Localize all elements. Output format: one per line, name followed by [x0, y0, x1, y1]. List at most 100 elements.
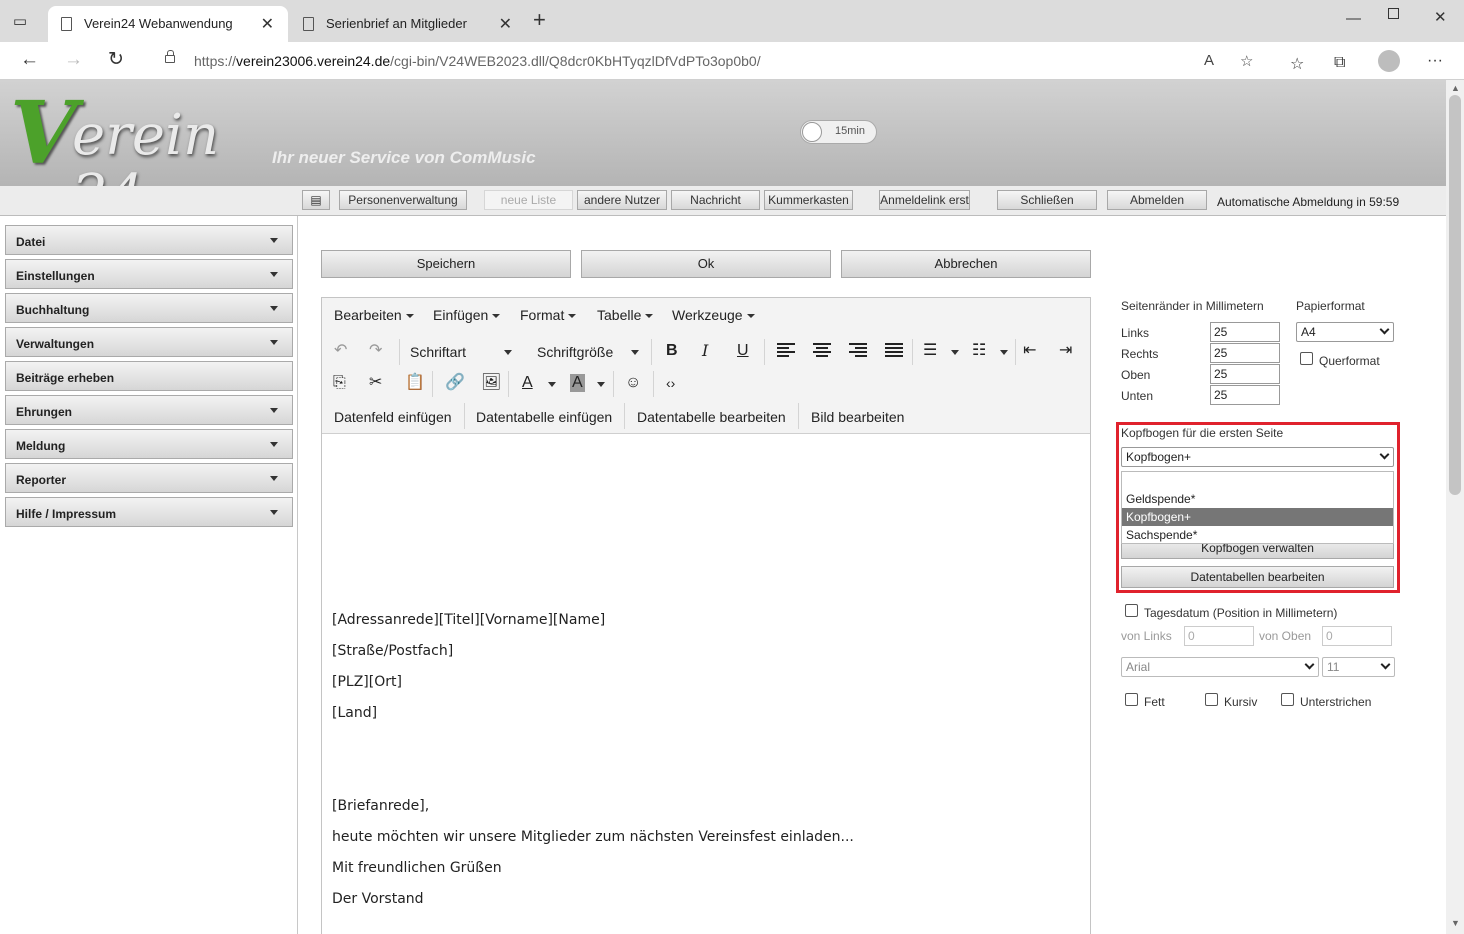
bullet-list-icon[interactable]: ☰ [923, 342, 937, 360]
text-color-icon[interactable]: A [522, 374, 533, 392]
maximize-icon[interactable] [1388, 8, 1399, 19]
margin-left-input[interactable] [1210, 322, 1280, 342]
sidebar-item-ehrungen[interactable]: Ehrungen [5, 395, 293, 425]
cancel-button[interactable]: Abbrechen [841, 250, 1091, 278]
letterhead-select[interactable]: Kopfbogen+ [1121, 447, 1394, 467]
source-code-icon[interactable]: ‹› [666, 374, 675, 392]
landscape-checkbox[interactable] [1300, 352, 1313, 365]
scroll-down-icon[interactable]: ▼ [1451, 918, 1460, 928]
letterhead-option[interactable]: Geldspende* [1122, 490, 1393, 508]
new-tab-icon[interactable]: + [533, 9, 546, 31]
emoji-icon[interactable]: ☺ [625, 374, 641, 392]
font-size-select[interactable]: Schriftgröße [537, 344, 642, 360]
schliessen-button[interactable]: Schließen [997, 190, 1097, 210]
redo-icon[interactable]: ↷ [369, 342, 382, 360]
chevron-down-icon[interactable] [951, 350, 959, 355]
link-icon[interactable]: 🔗 [445, 374, 465, 392]
sidebar-item-buchhaltung[interactable]: Buchhaltung [5, 293, 293, 323]
insert-datatable-button[interactable]: Datentabelle einfügen [476, 409, 612, 425]
sidebar-item-einstellungen[interactable]: Einstellungen [5, 259, 293, 289]
chevron-down-icon[interactable] [597, 382, 605, 387]
underline-icon[interactable]: U [737, 342, 749, 360]
window-close-icon[interactable]: ✕ [1434, 8, 1447, 26]
session-timer-toggle[interactable]: 15min [800, 120, 877, 144]
margin-bottom-input[interactable] [1210, 385, 1280, 405]
bold-icon[interactable]: B [666, 342, 678, 360]
align-center-icon[interactable] [813, 343, 831, 357]
url-field[interactable]: https://verein23006.verein24.de/cgi-bin/… [146, 46, 1270, 76]
edit-datatables-button[interactable]: Datentabellen bearbeiten [1121, 566, 1394, 588]
abmelden-button[interactable]: Abmelden [1107, 190, 1207, 210]
read-aloud-icon[interactable]: A [1204, 52, 1214, 69]
cut-icon[interactable]: ✂ [369, 374, 382, 392]
neue-liste-button[interactable]: neue Liste [484, 190, 573, 210]
scroll-up-icon[interactable]: ▲ [1451, 83, 1460, 93]
sidebar-item-verwaltungen[interactable]: Verwaltungen [5, 327, 293, 357]
paste-icon[interactable]: 📋 [405, 374, 425, 392]
save-button[interactable]: Speichern [321, 250, 571, 278]
edit-image-button[interactable]: Bild bearbeiten [811, 409, 904, 425]
date-checkbox[interactable] [1125, 604, 1138, 617]
edit-datatable-button[interactable]: Datentabelle bearbeiten [637, 409, 786, 425]
sidebar-item-reporter[interactable]: Reporter [5, 463, 293, 493]
align-justify-icon[interactable] [885, 343, 903, 357]
insert-datafield-button[interactable]: Datenfeld einfügen [334, 409, 452, 425]
favorites-icon[interactable]: ☆ [1290, 54, 1304, 74]
font-family-select[interactable]: Schriftart [410, 344, 515, 360]
kummerkasten-button[interactable]: Kummerkasten [764, 190, 853, 210]
personenverwaltung-button[interactable]: Personenverwaltung [339, 190, 467, 210]
minimize-icon[interactable]: — [1346, 10, 1361, 27]
page-scrollbar[interactable]: ▲ ▼ [1446, 80, 1464, 934]
indent-icon[interactable]: ⇥ [1059, 342, 1072, 360]
scroll-thumb[interactable] [1449, 95, 1461, 495]
bold-checkbox[interactable] [1125, 693, 1138, 706]
italic-icon[interactable]: I [702, 342, 708, 360]
menu-toggle-button[interactable]: ▤ [302, 190, 330, 210]
numbered-list-icon[interactable]: ☷ [972, 342, 986, 360]
outdent-icon[interactable]: ⇤ [1023, 342, 1036, 360]
margin-right-input[interactable] [1210, 343, 1280, 363]
tab-actions-icon[interactable]: ▭ [10, 12, 30, 30]
close-icon[interactable]: ✕ [499, 14, 512, 34]
collections-icon[interactable]: ⧉ [1334, 54, 1345, 72]
align-left-icon[interactable] [777, 343, 795, 357]
underline-checkbox[interactable] [1281, 693, 1294, 706]
paper-format-select[interactable]: A4 [1296, 322, 1394, 342]
reload-icon[interactable]: ↻ [108, 50, 124, 70]
sidebar-item-hilfe[interactable]: Hilfe / Impressum [5, 497, 293, 527]
background-color-icon[interactable]: A [570, 374, 585, 392]
andere-nutzer-button[interactable]: andere Nutzer [577, 190, 667, 210]
image-icon[interactable]: 🖼 [481, 374, 501, 392]
nachricht-button[interactable]: Nachricht [671, 190, 760, 210]
undo-icon[interactable]: ↶ [334, 342, 347, 360]
menu-tabelle[interactable]: Tabelle [597, 307, 654, 323]
back-icon[interactable]: ← [20, 50, 39, 70]
letterhead-option[interactable]: Sachspende* [1122, 526, 1393, 544]
chevron-down-icon[interactable] [548, 382, 556, 387]
date-font-select[interactable]: Arial [1121, 657, 1319, 677]
menu-werkzeuge[interactable]: Werkzeuge [672, 307, 755, 323]
chevron-down-icon[interactable] [1000, 350, 1008, 355]
letterhead-option-selected[interactable]: Kopfbogen+ [1122, 508, 1393, 526]
close-icon[interactable]: ✕ [261, 14, 274, 34]
anmeldelink-button[interactable]: Anmeldelink erst [879, 190, 970, 210]
sidebar-item-datei[interactable]: Datei [5, 225, 293, 255]
sidebar-item-beitraege[interactable]: Beiträge erheben [5, 361, 293, 391]
more-icon[interactable]: ··· [1427, 52, 1443, 70]
margin-top-input[interactable] [1210, 364, 1280, 384]
copy-icon[interactable]: ⎘ [333, 374, 346, 392]
sidebar-item-meldung[interactable]: Meldung [5, 429, 293, 459]
favorite-add-icon[interactable]: ☆ [1240, 52, 1253, 70]
date-size-select[interactable]: 11 [1322, 657, 1395, 677]
menu-format[interactable]: Format [520, 307, 577, 323]
forward-icon[interactable]: → [64, 50, 83, 70]
browser-tab-active[interactable]: Verein24 Webanwendung ✕ [48, 6, 288, 42]
profile-avatar[interactable] [1378, 50, 1400, 72]
from-left-input[interactable] [1184, 626, 1254, 646]
ok-button[interactable]: Ok [581, 250, 831, 278]
from-top-input[interactable] [1322, 626, 1392, 646]
align-right-icon[interactable] [849, 343, 867, 357]
menu-einfuegen[interactable]: Einfügen [433, 307, 501, 323]
browser-tab-inactive[interactable]: Serienbrief an Mitglieder ✕ [290, 6, 526, 42]
italic-checkbox[interactable] [1205, 693, 1218, 706]
